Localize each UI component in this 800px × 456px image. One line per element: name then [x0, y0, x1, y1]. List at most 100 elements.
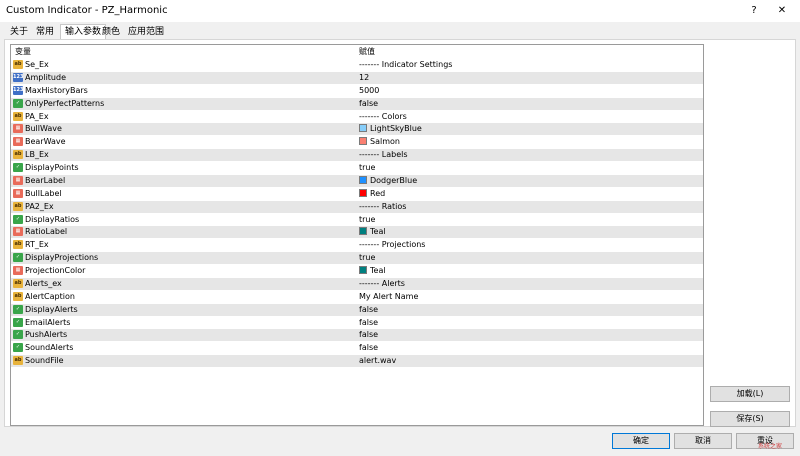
value-text: ------- Colors [359, 111, 407, 121]
color-swatch [359, 175, 367, 184]
table-row[interactable]: ✓ EmailAlerts false [11, 315, 703, 329]
table-row[interactable]: ▦ BullLabel Red [11, 186, 703, 200]
variable-name: BullLabel [25, 188, 62, 198]
variable-name: SoundAlerts [25, 343, 74, 353]
table-row[interactable]: ▦ BearLabel DodgerBlue [11, 173, 703, 187]
variable-value[interactable]: My Alert Name [359, 291, 418, 303]
table-row[interactable]: ✓ DisplayRatios true [11, 212, 703, 226]
variable-value[interactable]: 12 [359, 72, 369, 84]
variable-value[interactable]: ------- Indicator Settings [359, 59, 452, 71]
boolean-type-icon: ✓ [13, 330, 23, 340]
grid-rows: ab Se_Ex ------- Indicator Settings 123 Ampl… [11, 58, 703, 367]
save-button[interactable]: 保存(S) [710, 411, 790, 427]
table-row[interactable]: 123 MaxHistoryBars 5000 [11, 83, 703, 97]
table-row[interactable]: ✓ DisplayProjections true [11, 251, 703, 264]
tab-about[interactable]: 关于 [6, 25, 32, 39]
variable-value[interactable]: ------- Labels [359, 149, 408, 161]
variable-value[interactable]: ------- Ratios [359, 201, 406, 213]
table-row[interactable]: ab LB_Ex ------- Labels [11, 148, 703, 161]
cancel-button[interactable]: 取消 [674, 433, 732, 449]
table-row[interactable]: ab PA_Ex ------- Colors [11, 109, 703, 123]
variable-name: PushAlerts [25, 330, 68, 340]
variable-name: BearWave [25, 137, 66, 147]
variable-value[interactable]: LightSkyBlue [359, 123, 422, 135]
variable-name: DisplayPoints [25, 163, 79, 172]
table-row[interactable]: ✓ DisplayAlerts false [11, 302, 703, 316]
string-type-icon: ab [13, 278, 23, 288]
boolean-type-icon: ✓ [13, 253, 23, 263]
boolean-type-icon: ✓ [13, 98, 23, 108]
variable-name: OnlyPerfectPatterns [25, 98, 105, 108]
ok-button[interactable]: 确定 [612, 433, 670, 449]
variable-name: BearLabel [25, 175, 66, 185]
table-row[interactable]: ab SoundFile alert.wav [11, 354, 703, 367]
variable-value[interactable]: ------- Colors [359, 111, 407, 123]
table-row[interactable]: ab RT_Ex ------- Projections [11, 238, 703, 252]
help-button[interactable]: ? [744, 3, 764, 19]
table-row[interactable]: ▦ RatioLabel Teal [11, 225, 703, 239]
table-row[interactable]: ab PA2_Ex ------- Ratios [11, 199, 703, 213]
grid-header: 变量 赋值 [11, 45, 703, 57]
variable-name: DisplayProjections [25, 253, 99, 263]
tab-colors[interactable]: 颜色 [98, 25, 124, 39]
variable-value[interactable]: Teal [359, 265, 386, 277]
table-row[interactable]: ▦ BearWave Salmon [11, 135, 703, 149]
variable-name: MaxHistoryBars [25, 85, 88, 95]
variable-name: Se_Ex [25, 60, 49, 69]
color-type-icon: ▦ [13, 124, 23, 134]
variable-name: AlertCaption [25, 291, 75, 301]
variable-value[interactable]: true [359, 162, 375, 174]
variable-value[interactable]: ------- Projections [359, 239, 425, 251]
value-text: false [359, 330, 379, 340]
variable-value[interactable]: 5000 [359, 85, 379, 97]
boolean-type-icon: ✓ [13, 163, 23, 172]
variable-name: EmailAlerts [25, 317, 71, 327]
tab-visualization[interactable]: 应用范围 [124, 25, 168, 39]
color-swatch [359, 227, 367, 236]
variable-value[interactable]: true [359, 252, 375, 264]
string-type-icon: ab [13, 60, 23, 69]
variable-value[interactable]: Salmon [359, 136, 400, 148]
variable-name: LB_Ex [25, 150, 49, 160]
value-text: Teal [370, 266, 386, 275]
variable-value[interactable]: false [359, 342, 378, 354]
table-row[interactable]: ab Alerts_ex ------- Alerts [11, 276, 703, 290]
color-type-icon: ▦ [13, 188, 23, 198]
value-text: false [359, 304, 379, 314]
variable-value[interactable]: false [359, 317, 378, 329]
variable-value[interactable]: Red [359, 188, 385, 200]
variable-value[interactable]: alert.wav [359, 355, 396, 367]
variable-value[interactable]: Teal [359, 226, 386, 238]
value-text: Teal [370, 227, 386, 237]
variable-name: BullWave [25, 124, 62, 134]
table-row[interactable]: ✓ OnlyPerfectPatterns false [11, 96, 703, 110]
table-row[interactable]: ▦ BullWave LightSkyBlue [11, 122, 703, 136]
tab-common[interactable]: 常用 [32, 25, 58, 39]
value-text: false [359, 317, 379, 327]
variable-value[interactable]: false [359, 329, 378, 341]
value-text: 12 [359, 72, 370, 82]
variable-value[interactable]: true [359, 214, 375, 226]
variable-name: DisplayRatios [25, 214, 80, 224]
table-row[interactable]: 123 Amplitude 12 [11, 70, 703, 84]
variable-value[interactable]: ------- Alerts [359, 278, 405, 290]
variable-value[interactable]: false [359, 304, 378, 316]
table-row[interactable]: ab AlertCaption My Alert Name [11, 289, 703, 303]
table-row[interactable]: ✓ PushAlerts false [11, 328, 703, 342]
color-swatch [359, 137, 367, 146]
table-row[interactable]: ▦ ProjectionColor Teal [11, 264, 703, 277]
string-type-icon: ab [13, 291, 23, 301]
variable-value[interactable]: DodgerBlue [359, 175, 417, 187]
variable-name: Amplitude [25, 72, 66, 82]
value-text: 5000 [359, 85, 380, 95]
table-row[interactable]: ✓ SoundAlerts false [11, 341, 703, 355]
value-text: ------- Labels [359, 150, 408, 160]
variable-value[interactable]: false [359, 98, 378, 110]
boolean-type-icon: ✓ [13, 343, 23, 353]
load-button[interactable]: 加载(L) [710, 386, 790, 402]
close-button[interactable]: ✕ [772, 3, 792, 19]
header-variable: 变量 [15, 47, 31, 56]
table-row[interactable]: ab Se_Ex ------- Indicator Settings [11, 58, 703, 71]
variable-name: DisplayAlerts [25, 304, 78, 314]
table-row[interactable]: ✓ DisplayPoints true [11, 161, 703, 174]
